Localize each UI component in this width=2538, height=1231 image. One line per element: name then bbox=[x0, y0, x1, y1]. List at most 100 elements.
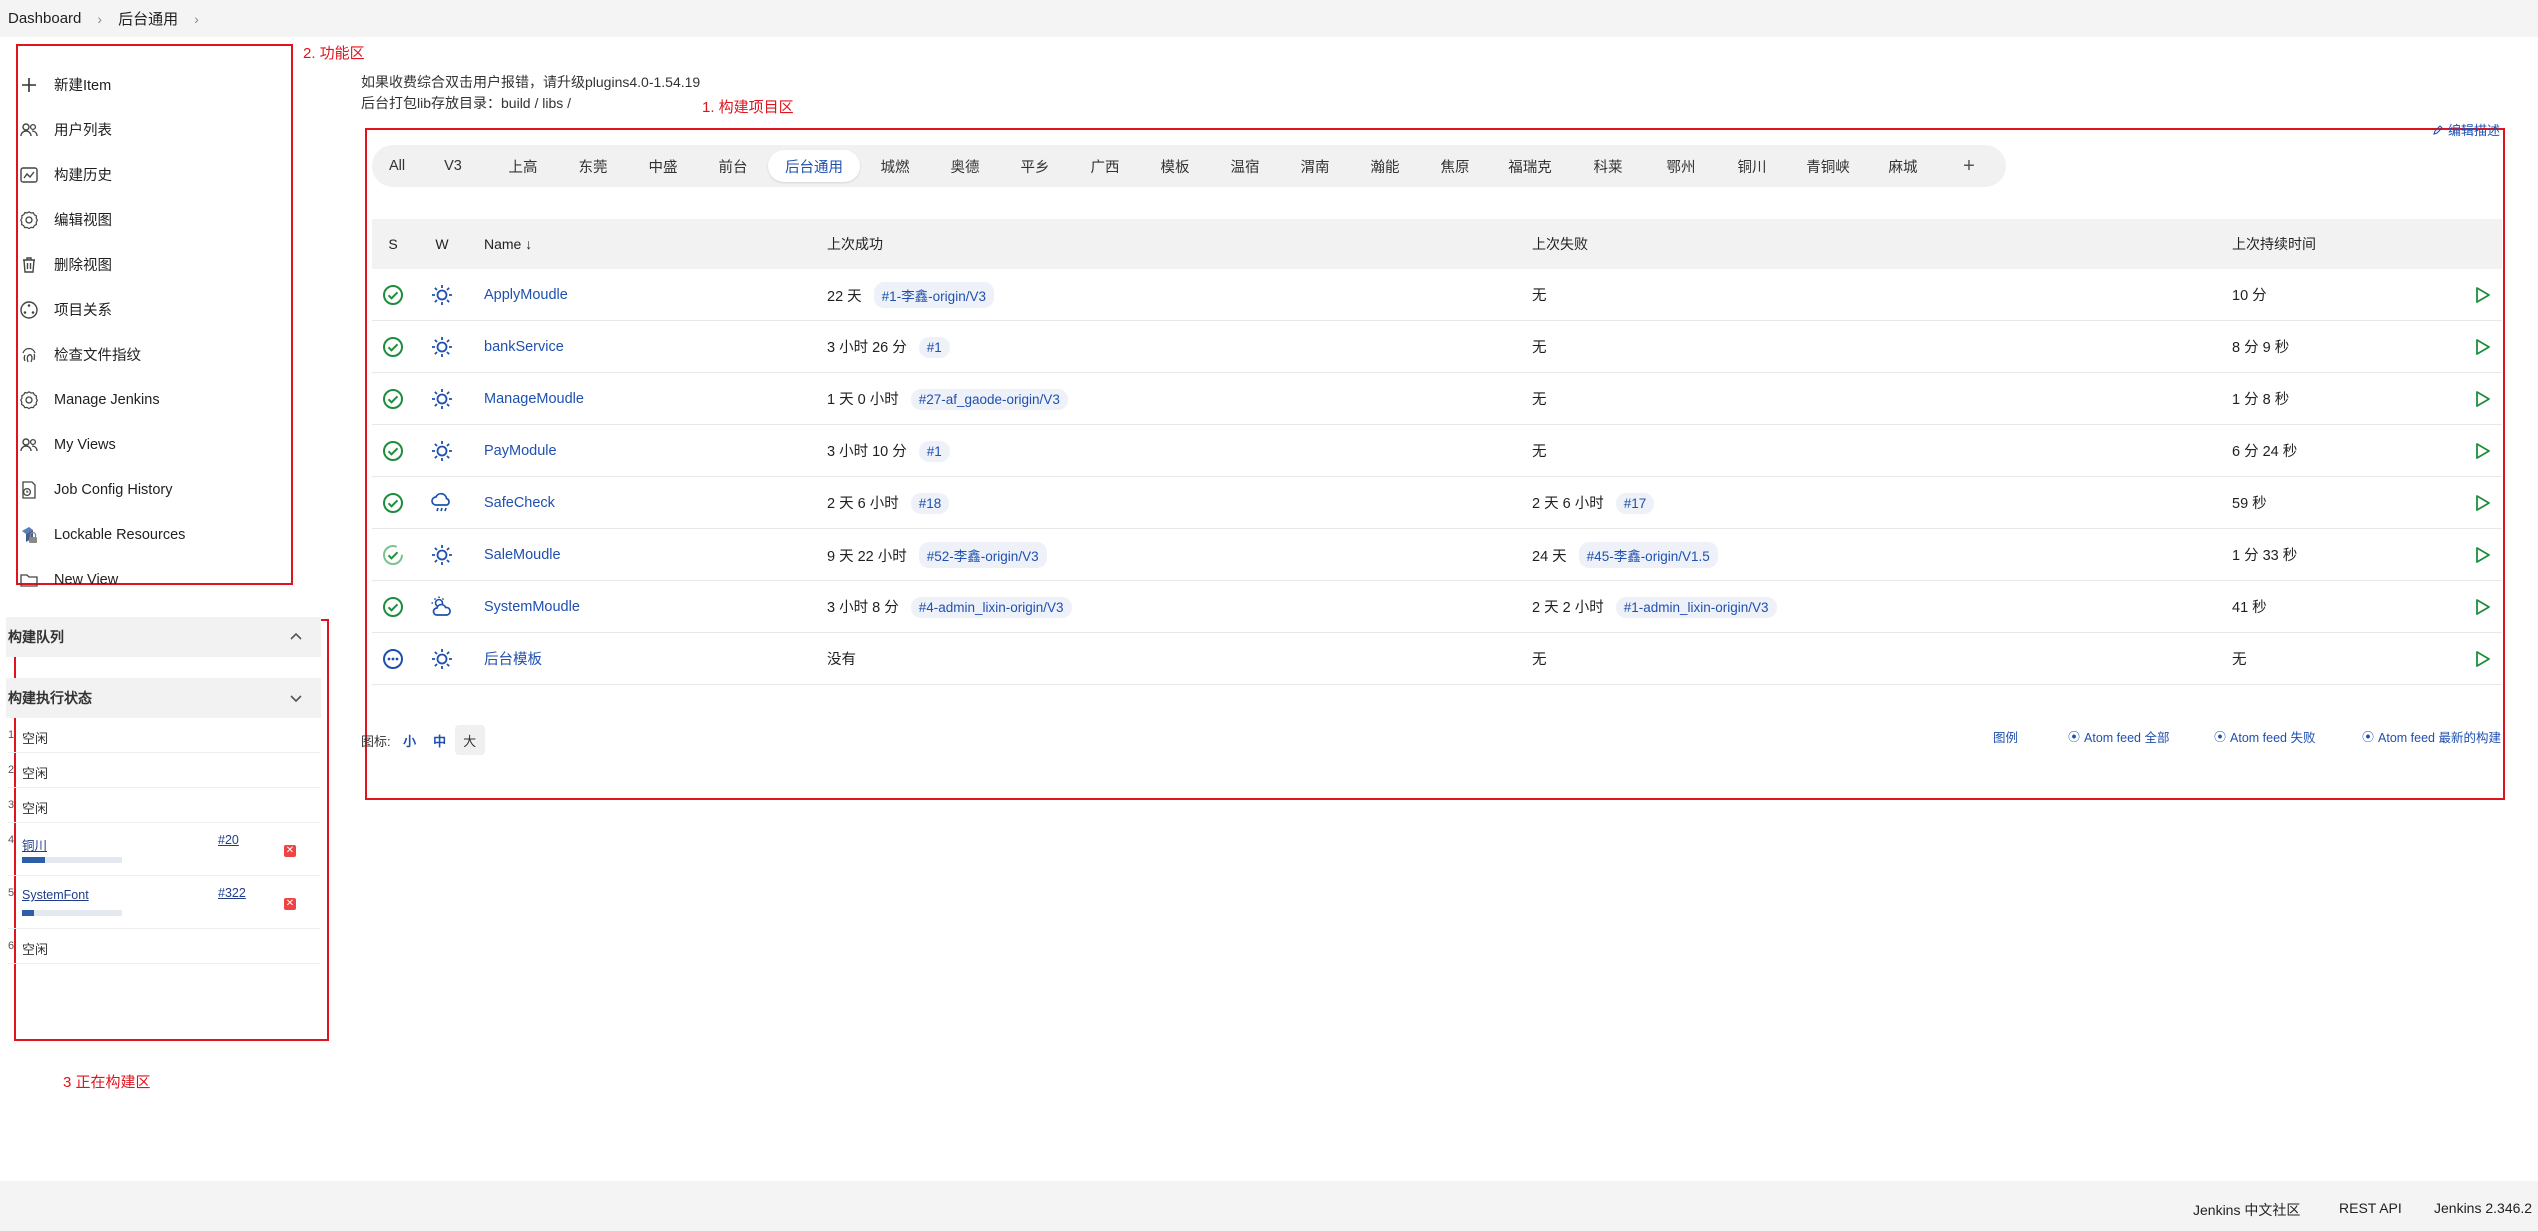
tab-muban[interactable]: 模板 bbox=[1140, 150, 1210, 182]
last-success-build-link[interactable]: #1-李鑫-origin/V3 bbox=[873, 281, 994, 308]
tab-jiaoyuan[interactable]: 焦原 bbox=[1420, 150, 1490, 182]
play-build-icon[interactable] bbox=[2462, 389, 2502, 409]
edit-description-link[interactable]: 编辑描述 bbox=[2432, 120, 2500, 139]
add-tab-button[interactable]: + bbox=[1938, 150, 2000, 182]
tab-furuike[interactable]: 福瑞克 bbox=[1490, 150, 1570, 182]
tab-qingtongxia[interactable]: 青铜峡 bbox=[1788, 150, 1868, 182]
footer-version-link[interactable]: Jenkins 2.346.2 bbox=[2434, 1200, 2532, 1216]
sidebar-item-delete-view[interactable]: 删除视图 bbox=[18, 242, 278, 287]
tab-dongguan[interactable]: 东莞 bbox=[558, 150, 628, 182]
weather-rainy-icon[interactable] bbox=[414, 491, 470, 515]
play-build-icon[interactable] bbox=[2462, 493, 2502, 513]
stop-build-icon[interactable]: ✕ bbox=[284, 898, 296, 910]
tab-zhongsheng[interactable]: 中盛 bbox=[628, 150, 698, 182]
job-name-link[interactable]: PayModule bbox=[484, 443, 557, 459]
tab-qiantai[interactable]: 前台 bbox=[698, 150, 768, 182]
build-status-icon[interactable] bbox=[372, 336, 414, 358]
job-name-link[interactable]: ApplyMoudle bbox=[484, 287, 568, 303]
build-status-icon[interactable] bbox=[372, 596, 414, 618]
last-success-build-link[interactable]: #1 bbox=[918, 336, 950, 358]
play-build-icon[interactable] bbox=[2462, 285, 2502, 305]
play-build-icon[interactable] bbox=[2462, 649, 2502, 669]
job-name-link[interactable]: ManageMoudle bbox=[484, 391, 584, 407]
tab-houtai-tongyong[interactable]: 后台通用 bbox=[768, 150, 860, 182]
play-build-icon[interactable] bbox=[2462, 441, 2502, 461]
sidebar-item-my-views[interactable]: My Views bbox=[18, 422, 278, 467]
tab-wensu[interactable]: 温宿 bbox=[1210, 150, 1280, 182]
chevron-up-icon[interactable] bbox=[289, 630, 303, 644]
tab-kelai[interactable]: 科莱 bbox=[1570, 150, 1646, 182]
column-header-status[interactable]: S bbox=[372, 236, 414, 252]
tab-macheng[interactable]: 麻城 bbox=[1868, 150, 1938, 182]
weather-sunny-icon[interactable] bbox=[414, 543, 470, 567]
sidebar-item-new-item[interactable]: 新建Item bbox=[18, 62, 278, 107]
build-status-icon[interactable] bbox=[372, 544, 414, 566]
sidebar-item-build-history[interactable]: 构建历史 bbox=[18, 152, 278, 197]
sidebar-item-manage-jenkins[interactable]: Manage Jenkins bbox=[18, 377, 278, 422]
chevron-right-icon[interactable]: › bbox=[97, 11, 102, 27]
breadcrumb-current-view[interactable]: 后台通用 bbox=[118, 8, 178, 29]
build-status-icon[interactable] bbox=[372, 388, 414, 410]
tab-aode[interactable]: 奥德 bbox=[930, 150, 1000, 182]
column-header-last-duration[interactable]: 上次持续时间 bbox=[2232, 234, 2462, 254]
icon-size-large[interactable]: 大 bbox=[454, 725, 485, 755]
build-queue-header[interactable]: 构建队列 bbox=[6, 617, 321, 657]
executor-build-link[interactable]: #20 bbox=[218, 833, 239, 847]
sidebar-item-lockable-resources[interactable]: Lockable Resources bbox=[18, 512, 278, 557]
last-success-build-link[interactable]: #1 bbox=[918, 440, 950, 462]
column-header-last-success[interactable]: 上次成功 bbox=[827, 234, 1532, 254]
icon-size-medium[interactable]: 中 bbox=[425, 725, 455, 755]
sidebar-item-fingerprint[interactable]: 检查文件指纹 bbox=[18, 332, 278, 377]
executor-build-link[interactable]: #322 bbox=[218, 886, 246, 900]
job-name-link[interactable]: SaleMoudle bbox=[484, 547, 561, 563]
tab-v3[interactable]: V3 bbox=[418, 150, 488, 182]
last-failure-build-link[interactable]: #45-李鑫-origin/V1.5 bbox=[1578, 541, 1718, 568]
sidebar-item-users[interactable]: 用户列表 bbox=[18, 107, 278, 152]
tab-chengran[interactable]: 城燃 bbox=[860, 150, 930, 182]
executor-job-link[interactable]: SystemFont bbox=[22, 888, 89, 902]
tab-pingxiang[interactable]: 平乡 bbox=[1000, 150, 1070, 182]
chevron-down-icon[interactable] bbox=[289, 691, 303, 705]
legend-link[interactable]: 图例 bbox=[1993, 727, 2018, 746]
sidebar-item-job-config-history[interactable]: Job Config History bbox=[18, 467, 278, 512]
sidebar-item-project-relations[interactable]: 项目关系 bbox=[18, 287, 278, 332]
chevron-right-icon[interactable]: › bbox=[194, 11, 199, 27]
sidebar-item-edit-view[interactable]: 编辑视图 bbox=[18, 197, 278, 242]
tab-guangxi[interactable]: 广西 bbox=[1070, 150, 1140, 182]
play-build-icon[interactable] bbox=[2462, 337, 2502, 357]
tab-ezhou[interactable]: 鄂州 bbox=[1646, 150, 1716, 182]
weather-sunny-icon[interactable] bbox=[414, 647, 470, 671]
weather-sunny-icon[interactable] bbox=[414, 283, 470, 307]
last-success-build-link[interactable]: #52-李鑫-origin/V3 bbox=[918, 541, 1047, 568]
play-build-icon[interactable] bbox=[2462, 597, 2502, 617]
play-build-icon[interactable] bbox=[2462, 545, 2502, 565]
job-name-link[interactable]: SafeCheck bbox=[484, 495, 555, 511]
executor-job-link[interactable]: 铜川 bbox=[22, 835, 47, 854]
build-progress-bar[interactable] bbox=[22, 857, 122, 863]
footer-community-link[interactable]: Jenkins 中文社区 bbox=[2193, 1200, 2300, 1220]
build-status-icon[interactable] bbox=[372, 492, 414, 514]
last-failure-build-link[interactable]: #1-admin_lixin-origin/V3 bbox=[1615, 596, 1777, 618]
job-name-link[interactable]: SystemMoudle bbox=[484, 599, 580, 615]
column-header-name[interactable]: Name ↓ bbox=[470, 236, 827, 252]
job-name-link[interactable]: bankService bbox=[484, 339, 564, 355]
icon-size-small[interactable]: 小 bbox=[395, 725, 425, 755]
sidebar-item-new-view[interactable]: New View bbox=[18, 557, 278, 602]
build-status-icon[interactable] bbox=[372, 648, 414, 670]
atom-feed-latest-link[interactable]: ⦿ Atom feed 最新的构建 bbox=[2362, 727, 2501, 746]
build-status-icon[interactable] bbox=[372, 284, 414, 306]
column-header-last-failure[interactable]: 上次失败 bbox=[1532, 234, 2232, 254]
executor-status-header[interactable]: 构建执行状态 bbox=[6, 678, 321, 718]
job-name-link[interactable]: 后台模板 bbox=[484, 652, 542, 668]
last-failure-build-link[interactable]: #17 bbox=[1615, 492, 1655, 514]
tab-shanggao[interactable]: 上高 bbox=[488, 150, 558, 182]
weather-sunny-icon[interactable] bbox=[414, 335, 470, 359]
last-success-build-link[interactable]: #27-af_gaode-origin/V3 bbox=[910, 388, 1068, 410]
tab-all[interactable]: All bbox=[376, 150, 418, 182]
tab-tongchuan[interactable]: 铜川 bbox=[1716, 150, 1788, 182]
build-progress-bar[interactable] bbox=[22, 910, 122, 916]
last-success-build-link[interactable]: #4-admin_lixin-origin/V3 bbox=[910, 596, 1072, 618]
tab-weinan[interactable]: 渭南 bbox=[1280, 150, 1350, 182]
last-success-build-link[interactable]: #18 bbox=[910, 492, 950, 514]
stop-build-icon[interactable]: ✕ bbox=[284, 845, 296, 857]
